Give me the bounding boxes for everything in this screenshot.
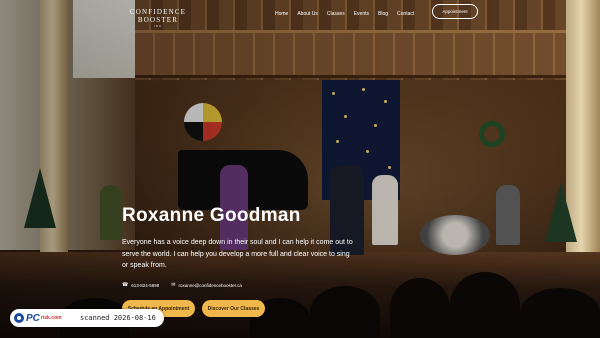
hero-description: Everyone has a voice deep down in their … [122, 239, 353, 270]
pcrisk-logo-text: PC [26, 312, 40, 324]
pcrisk-watermark: PC risk.com scanned 2026-08-16 [10, 309, 164, 327]
nav-about-us[interactable]: About Us [297, 11, 318, 17]
nav-classes[interactable]: Classes [327, 11, 345, 17]
hero-title: Roxanne Goodman [122, 205, 301, 226]
hero-background-photo [0, 0, 600, 338]
nav-events[interactable]: Events [354, 11, 369, 17]
nav-blog[interactable]: Blog [378, 11, 388, 17]
pcrisk-logo-suffix: risk.com [40, 315, 62, 321]
nav-home[interactable]: Home [275, 11, 288, 17]
nav-contact[interactable]: Contact [397, 11, 414, 17]
appointment-button[interactable]: Appointment [432, 4, 478, 19]
logo-line-3: INC [153, 24, 163, 28]
phone-icon: ☎ [122, 282, 129, 288]
main-nav: Home About Us Classes Events Blog Contac… [275, 8, 423, 19]
email-link[interactable]: ✉ roxanne@confidencebooster.ca [171, 282, 242, 288]
phone-number: 613-824-5898 [131, 282, 160, 288]
magnifier-icon [14, 313, 24, 323]
logo-line-2: BOOSTER [137, 16, 179, 24]
mail-icon: ✉ [171, 282, 176, 288]
logo-line-1: CONFIDENCE [129, 8, 187, 16]
site-logo[interactable]: CONFIDENCE BOOSTER INC [129, 8, 187, 28]
discover-classes-button[interactable]: Discover Our Classes [202, 300, 265, 317]
email-address: roxanne@confidencebooster.ca [178, 282, 242, 288]
scan-date-text: scanned 2026-08-16 [80, 314, 156, 322]
contact-info: ☎ 613-824-5898 ✉ roxanne@confidenceboost… [122, 282, 254, 288]
phone-link[interactable]: ☎ 613-824-5898 [122, 282, 159, 288]
pcrisk-logo: PC risk.com [10, 309, 80, 327]
